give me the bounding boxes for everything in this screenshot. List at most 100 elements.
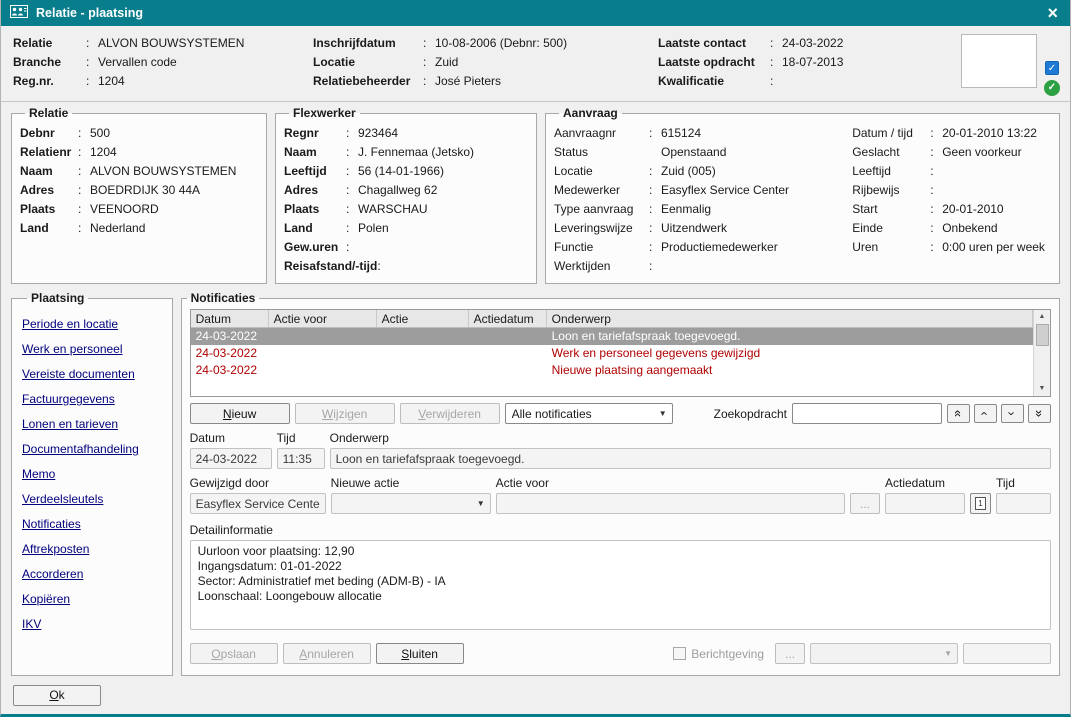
berichtgeving-browse-button[interactable]: ... bbox=[775, 643, 805, 664]
table-row[interactable]: 24-03-2022 Loon en tariefafspraak toegev… bbox=[191, 328, 1033, 345]
header-right: ✓ ✓ bbox=[961, 34, 1060, 96]
table-row[interactable]: 24-03-2022 Nieuwe plaatsing aangemaakt bbox=[191, 362, 1033, 379]
header-label: Inschrijfdatum bbox=[313, 34, 423, 53]
column-header-actiedatum[interactable]: Actiedatum bbox=[469, 310, 547, 327]
header-checkbox[interactable]: ✓ bbox=[1045, 61, 1059, 75]
berichtgeving-extra-field[interactable] bbox=[963, 643, 1051, 664]
chevron-down-icon: ▼ bbox=[472, 499, 485, 508]
relation-summary-header: Relatie:ALVON BOUWSYSTEMEN Branche:Verva… bbox=[1, 26, 1070, 102]
header-value: 24-03-2022 bbox=[782, 34, 843, 53]
detailinformatie-text[interactable]: Uurloon voor plaatsing: 12,90 Ingangsdat… bbox=[190, 540, 1051, 630]
column-header-onderwerp[interactable]: Onderwerp bbox=[547, 310, 1033, 327]
sidebar-link-kopieren[interactable]: Kopiëren bbox=[22, 590, 166, 608]
scroll-down-icon[interactable]: ▼ bbox=[1034, 382, 1050, 396]
datum-field[interactable] bbox=[190, 448, 272, 469]
zoekopdracht-input[interactable] bbox=[792, 403, 942, 424]
status-ok-icon: ✓ bbox=[1044, 80, 1060, 96]
header-label: Locatie bbox=[313, 53, 423, 72]
sidebar-link-notificaties[interactable]: Notificaties bbox=[22, 515, 166, 533]
sidebar-link-verdeelsleutels[interactable]: Verdeelsleutels bbox=[22, 490, 166, 508]
sidebar-link-vereiste-documenten[interactable]: Vereiste documenten bbox=[22, 365, 166, 383]
datum-label: Datum bbox=[190, 431, 272, 445]
header-label: Laatste opdracht bbox=[658, 53, 770, 72]
sidebar-link-factuurgegevens[interactable]: Factuurgegevens bbox=[22, 390, 166, 408]
actie-voor-browse-button[interactable]: ... bbox=[850, 493, 880, 514]
actie-voor-label: Actie voor bbox=[496, 476, 845, 490]
header-label: Kwalificatie bbox=[658, 72, 770, 91]
double-chevron-up-icon: « bbox=[952, 409, 965, 416]
notificaties-table: Datum Actie voor Actie Actiedatum Onderw… bbox=[190, 309, 1051, 397]
annuleren-button[interactable]: Annuleren bbox=[283, 643, 371, 664]
header-label: Branche bbox=[13, 53, 86, 72]
verwijderen-button[interactable]: Verwijderen bbox=[400, 403, 500, 424]
ok-button[interactable]: Ok bbox=[13, 685, 101, 706]
header-value: 1204 bbox=[98, 72, 125, 91]
sidebar-link-aftrekposten[interactable]: Aftrekposten bbox=[22, 540, 166, 558]
nieuwe-actie-select[interactable]: ▼ bbox=[331, 493, 491, 514]
header-label: Laatste contact bbox=[658, 34, 770, 53]
opslaan-button[interactable]: Opslaan bbox=[190, 643, 278, 664]
previous-notification-button[interactable]: ‹ bbox=[974, 404, 997, 423]
relatie-fieldset: Relatie Debnr:500 Relatienr:1204 Naam:AL… bbox=[11, 106, 267, 284]
sluiten-button[interactable]: Sluiten bbox=[376, 643, 464, 664]
relatie-legend: Relatie bbox=[25, 106, 72, 120]
aanvraag-legend: Aanvraag bbox=[559, 106, 622, 120]
calendar-icon: 1 bbox=[975, 497, 986, 510]
close-button[interactable]: × bbox=[1044, 4, 1061, 22]
table-row[interactable]: 24-03-2022 Werk en personeel gegevens ge… bbox=[191, 345, 1033, 362]
window-title: Relatie - plaatsing bbox=[36, 6, 1036, 20]
header-value: José Pieters bbox=[435, 72, 501, 91]
sidebar-link-lonen-en-tarieven[interactable]: Lonen en tarieven bbox=[22, 415, 166, 433]
sidebar-link-documentafhandeling[interactable]: Documentafhandeling bbox=[22, 440, 166, 458]
berichtgeving-checkbox[interactable] bbox=[673, 647, 686, 660]
table-scrollbar[interactable]: ▲ ▼ bbox=[1033, 310, 1050, 396]
chevron-up-icon: ‹ bbox=[979, 411, 992, 415]
column-header-datum[interactable]: Datum bbox=[191, 310, 269, 327]
double-chevron-down-icon: » bbox=[1033, 409, 1046, 416]
wijzigen-button[interactable]: Wijzigen bbox=[295, 403, 395, 424]
next-notification-button[interactable]: › bbox=[1001, 404, 1024, 423]
tijd-label: Tijd bbox=[277, 431, 325, 445]
titlebar: Relatie - plaatsing × bbox=[1, 0, 1070, 26]
sidebar-link-werk-en-personeel[interactable]: Werk en personeel bbox=[22, 340, 166, 358]
first-notification-button[interactable]: « bbox=[947, 404, 970, 423]
actie-voor-field[interactable] bbox=[496, 493, 845, 514]
scroll-up-icon[interactable]: ▲ bbox=[1034, 310, 1050, 324]
chevron-down-icon: ▼ bbox=[654, 409, 667, 418]
relation-card-icon bbox=[10, 5, 28, 21]
onderwerp-field[interactable] bbox=[330, 448, 1051, 469]
gewijzigd-door-field[interactable] bbox=[190, 493, 326, 514]
sidebar-link-accorderen[interactable]: Accorderen bbox=[22, 565, 166, 583]
header-value: 18-07-2013 bbox=[782, 53, 843, 72]
chevron-down-nav-icon: › bbox=[1006, 411, 1019, 415]
header-value: 10-08-2006 (Debnr: 500) bbox=[435, 34, 567, 53]
plaatsing-fieldset: Plaatsing Periode en locatie Werk en per… bbox=[11, 291, 173, 676]
sidebar-link-memo[interactable]: Memo bbox=[22, 465, 166, 483]
berichtgeving-select[interactable]: ▼ bbox=[810, 643, 958, 664]
header-value: Vervallen code bbox=[98, 53, 177, 72]
tijd-field[interactable] bbox=[277, 448, 325, 469]
photo-placeholder bbox=[961, 34, 1037, 88]
column-header-actie-voor[interactable]: Actie voor bbox=[269, 310, 377, 327]
sidebar-link-ikv[interactable]: IKV bbox=[22, 615, 166, 633]
actiedatum-field[interactable] bbox=[885, 493, 965, 514]
nieuw-button[interactable]: Nieuw bbox=[190, 403, 290, 424]
header-label: Relatiebeheerder bbox=[313, 72, 423, 91]
relatie-plaatsing-dialog: Relatie - plaatsing × Relatie:ALVON BOUW… bbox=[0, 0, 1071, 717]
aanvraag-left-column: Aanvraagnr:615124 StatusOpenstaand Locat… bbox=[554, 124, 852, 276]
zoekopdracht-label: Zoekopdracht bbox=[714, 407, 787, 421]
last-notification-button[interactable]: » bbox=[1028, 404, 1051, 423]
sidebar-link-periode-en-locatie[interactable]: Periode en locatie bbox=[22, 315, 166, 333]
plaatsing-legend: Plaatsing bbox=[27, 291, 88, 305]
scrollbar-thumb[interactable] bbox=[1036, 324, 1049, 346]
calendar-button[interactable]: 1 bbox=[970, 493, 991, 514]
notificaties-fieldset: Notificaties Datum Actie voor Actie Acti… bbox=[181, 291, 1060, 676]
actie-tijd-field[interactable] bbox=[996, 493, 1051, 514]
notificaties-legend: Notificaties bbox=[187, 291, 260, 305]
notificatie-filter-select[interactable]: Alle notificaties ▼ bbox=[505, 403, 673, 424]
flexwerker-fieldset: Flexwerker Regnr:923464 Naam:J. Fennemaa… bbox=[275, 106, 537, 284]
column-header-actie[interactable]: Actie bbox=[377, 310, 469, 327]
aanvraag-right-column: Datum / tijd:20-01-2010 13:22 Geslacht:G… bbox=[852, 124, 1051, 276]
header-column-1: Relatie:ALVON BOUWSYSTEMEN Branche:Verva… bbox=[13, 34, 313, 96]
header-label: Relatie bbox=[13, 34, 86, 53]
